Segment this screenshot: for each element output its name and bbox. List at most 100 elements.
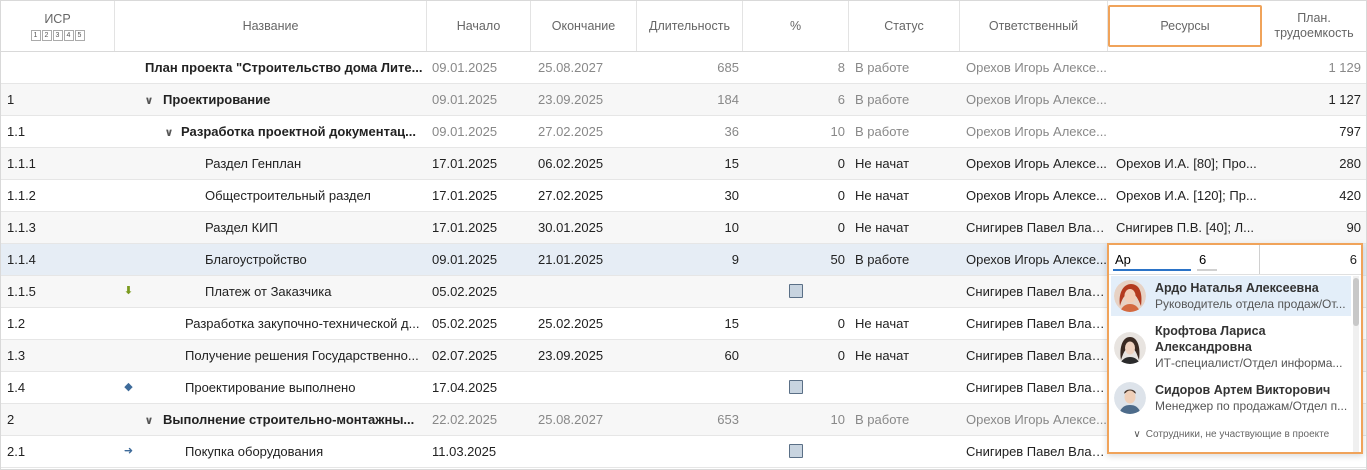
table-row[interactable]: 1.1.2 Общестроительный раздел 17.01.2025… <box>1 180 1366 212</box>
cell-duration: 685 <box>717 60 739 75</box>
cell-percent: 50 <box>830 252 845 267</box>
col-duration-header[interactable]: Длительность <box>637 1 743 51</box>
cell-duration: 653 <box>717 412 739 427</box>
col-start-header[interactable]: Начало <box>427 1 531 51</box>
resource-option-role: Менеджер по продажам/Отдел п... <box>1155 399 1348 413</box>
cell-name: Раздел Генплан <box>205 156 302 171</box>
cell-resources[interactable]: Снигирев П.В. [40]; Л... <box>1116 212 1258 243</box>
level-4-button[interactable]: 4 <box>63 29 74 41</box>
cell-wbs: 2.1 <box>7 444 26 459</box>
cell-start: 17.01.2025 <box>432 188 498 203</box>
cell-duration: 15 <box>724 156 739 171</box>
table-row[interactable]: План проекта "Строительство дома Лите...… <box>1 52 1366 84</box>
cell-labor: 797 <box>1339 124 1361 139</box>
cell-name: ∨ Разработка проектной документац... <box>141 116 423 147</box>
cell-start: 09.01.2025 <box>432 124 498 139</box>
scrollbar-thumb[interactable] <box>1353 278 1359 326</box>
cell-end: 21.01.2025 <box>538 252 604 267</box>
milestone-checkbox[interactable] <box>789 284 803 298</box>
cell-name: План проекта "Строительство дома Лите... <box>145 60 423 75</box>
table-row[interactable]: 1.1.3 Раздел КИП 17.01.2025 30.01.2025 1… <box>1 212 1366 244</box>
cell-wbs: 1.1.2 <box>7 188 36 203</box>
cell-status: Не начат <box>855 156 910 171</box>
cell-start: 17.01.2025 <box>432 220 498 235</box>
cell-wbs: 1.1 <box>7 124 26 139</box>
cell-percent: 10 <box>830 412 845 427</box>
cell-name: Благоустройство <box>205 252 307 267</box>
cell-status: В работе <box>855 412 910 427</box>
resource-editor-toolbar: 6 <box>1109 245 1361 275</box>
cell-owner: Снигирев Павел Влад... <box>966 348 1108 363</box>
cell-percent: 0 <box>837 188 845 203</box>
cell-start: 17.01.2025 <box>432 156 498 171</box>
cell-owner: Орехов Игорь Алексе... <box>966 124 1107 139</box>
resource-qty-input[interactable] <box>1197 249 1217 271</box>
resource-option-role: Руководитель отдела продаж/От... <box>1155 297 1346 311</box>
cell-resources[interactable] <box>1116 116 1258 147</box>
cell-percent: 8 <box>837 60 845 75</box>
cell-name: ∨ Выполнение строительно-монтажны... <box>141 404 423 435</box>
resource-list-scrollbar[interactable] <box>1353 276 1359 452</box>
col-percent-header[interactable]: % <box>743 1 849 51</box>
arrow-down-icon: ⬇ <box>123 285 134 297</box>
cell-wbs: 1.1.5 <box>7 284 36 299</box>
level-3-button[interactable]: 3 <box>52 29 63 41</box>
cell-start: 09.01.2025 <box>432 252 498 267</box>
cell-resources[interactable]: Орехов И.А. [80]; Про... <box>1116 148 1258 179</box>
cell-percent: 0 <box>837 348 845 363</box>
cell-end: 23.09.2025 <box>538 348 604 363</box>
cell-name: Проектирование выполнено <box>185 380 356 395</box>
col-owner-header[interactable]: Ответственный <box>960 1 1108 51</box>
table-row[interactable]: 1 ∨ Проектирование 09.01.2025 23.09.2025 … <box>1 84 1366 116</box>
col-wbs-label: ИСР <box>44 11 71 26</box>
cell-wbs: 2 <box>7 412 15 427</box>
level-1-button[interactable]: 1 <box>30 29 41 41</box>
resource-option[interactable]: Сидоров Артем Викторович Менеджер по про… <box>1111 378 1351 418</box>
cell-resources[interactable] <box>1116 84 1258 115</box>
chevron-down-icon[interactable]: ∨ <box>141 406 157 435</box>
show-more-label: Сотрудники, не участвующие в проекте <box>1145 429 1330 440</box>
table-row[interactable]: 1.1.1 Раздел Генплан 17.01.2025 06.02.20… <box>1 148 1366 180</box>
chevron-down-icon[interactable]: ∨ <box>161 118 177 147</box>
cell-resources[interactable] <box>1116 52 1258 83</box>
cell-name: Покупка оборудования <box>185 444 324 459</box>
milestone-checkbox[interactable] <box>789 380 803 394</box>
cell-wbs: 1.2 <box>7 316 26 331</box>
diamond-icon: ◆ <box>124 381 133 393</box>
resource-option-name: Ардо Наталья Алексеевна <box>1155 281 1319 295</box>
cell-status: Не начат <box>855 316 910 331</box>
cell-owner: Снигирев Павел Влад... <box>966 380 1108 395</box>
table-row[interactable]: 1.1 ∨ Разработка проектной документац... … <box>1 116 1366 148</box>
resource-option[interactable]: Крофтова Лариса Александровна ИТ-специал… <box>1111 320 1351 374</box>
col-end-header[interactable]: Окончание <box>531 1 637 51</box>
cell-duration: 10 <box>724 220 739 235</box>
cell-resources[interactable]: Орехов И.А. [120]; Пр... <box>1116 180 1258 211</box>
avatar <box>1114 280 1146 312</box>
col-status-header[interactable]: Статус <box>849 1 960 51</box>
cell-start: 09.01.2025 <box>432 92 498 107</box>
cell-owner: Снигирев Павел Влад... <box>966 284 1108 299</box>
cell-owner: Орехов Игорь Алексе... <box>966 60 1107 75</box>
cell-status: В работе <box>855 92 910 107</box>
chevron-down-icon[interactable]: ∨ <box>141 86 157 115</box>
resource-search-input[interactable] <box>1113 249 1191 271</box>
milestone-checkbox[interactable] <box>789 444 803 458</box>
show-more-employees[interactable]: ∨ Сотрудники, не участвующие в проекте <box>1131 429 1329 440</box>
cell-name: Разработка закупочно-технической д... <box>185 316 420 331</box>
cell-start: 09.01.2025 <box>432 60 498 75</box>
level-5-button[interactable]: 5 <box>74 29 85 41</box>
cell-wbs: 1 <box>7 92 15 107</box>
cell-owner: Снигирев Павел Влад... <box>966 220 1108 235</box>
cell-owner: Орехов Игорь Алексе... <box>966 92 1107 107</box>
col-wbs-header[interactable]: ИСР 1 2 3 4 5 <box>1 1 115 51</box>
cell-status: Не начат <box>855 188 910 203</box>
col-name-header[interactable]: Название <box>115 1 427 51</box>
resource-editor-divider <box>1259 245 1260 274</box>
col-labor-header[interactable]: План. трудоемкость <box>1262 1 1366 51</box>
cell-status: Не начат <box>855 220 910 235</box>
level-2-button[interactable]: 2 <box>41 29 52 41</box>
resource-option[interactable]: Ардо Наталья Алексеевна Руководитель отд… <box>1111 276 1351 316</box>
cell-wbs: 1.1.1 <box>7 156 36 171</box>
resource-option-name: Крофтова Лариса Александровна <box>1155 324 1266 354</box>
cell-start: 02.07.2025 <box>432 348 498 363</box>
